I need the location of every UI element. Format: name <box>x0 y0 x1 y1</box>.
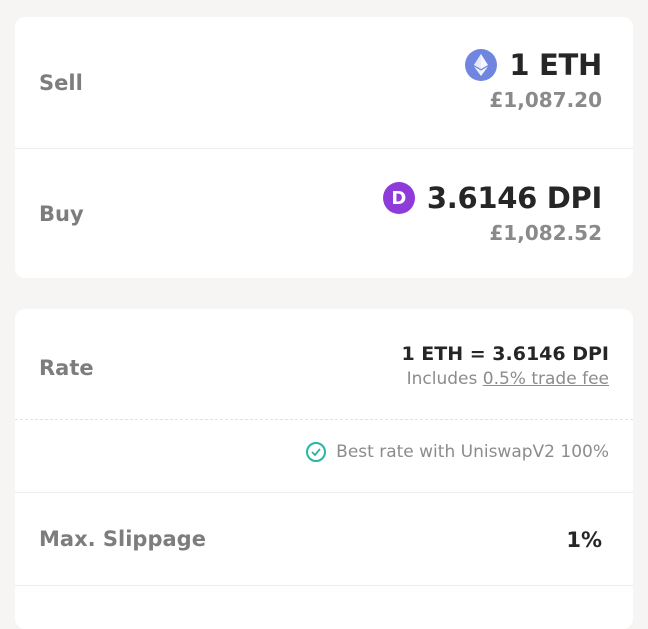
buy-row[interactable]: Buy D 3.6146 DPI £1,082.52 <box>15 149 633 278</box>
sell-fiat-value: £1,087.20 <box>489 88 602 112</box>
slippage-row[interactable]: Max. Slippage 1% <box>15 493 633 585</box>
buy-label: Buy <box>39 202 84 226</box>
rate-value-group: 1 ETH = 3.6146 DPI Includes 0.5% trade f… <box>401 343 609 389</box>
details-card: Rate 1 ETH = 3.6146 DPI Includes 0.5% tr… <box>15 309 633 629</box>
sell-amount: 1 ETH <box>509 48 602 82</box>
sell-label: Sell <box>39 71 83 95</box>
fee-note: Includes 0.5% trade fee <box>401 369 609 389</box>
slippage-label: Max. Slippage <box>39 527 206 551</box>
buy-amount: 3.6146 DPI <box>426 181 602 215</box>
best-rate-text: Best rate with UniswapV2 100% <box>336 442 609 462</box>
slippage-value[interactable]: 1% <box>566 528 602 552</box>
ethereum-icon <box>465 49 498 81</box>
sell-row[interactable]: Sell 1 ETH £1,087.20 <box>15 17 633 148</box>
trade-fee-link[interactable]: 0.5% trade fee <box>483 369 609 389</box>
best-rate-row: Best rate with UniswapV2 100% <box>15 420 633 492</box>
buy-fiat-value: £1,082.52 <box>489 221 602 245</box>
buy-amount-group: D 3.6146 DPI £1,082.52 <box>382 181 602 245</box>
sell-amount-group: 1 ETH £1,087.20 <box>465 48 602 112</box>
best-rate-note: Best rate with UniswapV2 100% <box>306 442 609 462</box>
divider <box>15 585 633 586</box>
rate-value: 1 ETH = 3.6146 DPI <box>401 343 609 365</box>
dpi-icon-letter: D <box>391 187 407 209</box>
check-circle-icon <box>306 442 327 462</box>
rate-row: Rate 1 ETH = 3.6146 DPI Includes 0.5% tr… <box>15 309 633 419</box>
dpi-icon: D <box>382 182 415 214</box>
includes-text: Includes <box>406 369 478 389</box>
rate-label: Rate <box>39 356 94 380</box>
trade-card: Sell 1 ETH £1,087.20 Buy D 3.6146 DPI £1… <box>15 17 633 278</box>
